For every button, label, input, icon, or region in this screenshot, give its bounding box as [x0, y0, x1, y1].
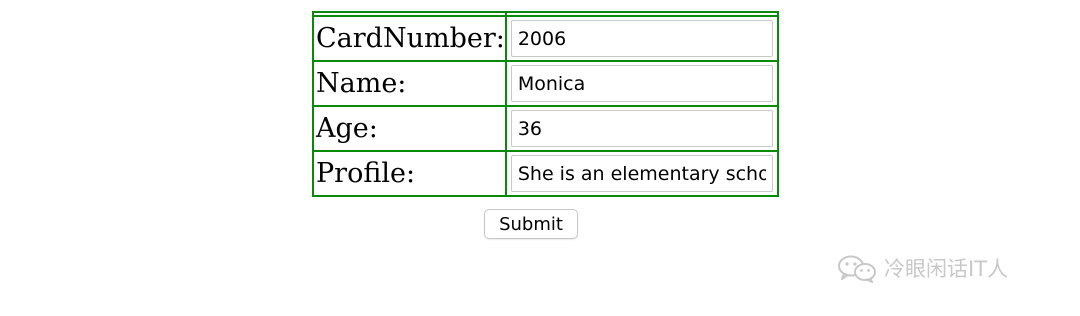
card-number-cell [504, 15, 779, 62]
form-row-age: Age: [312, 105, 779, 152]
profile-cell [504, 150, 779, 197]
name-label: Name: [312, 60, 507, 107]
age-cell [504, 105, 779, 152]
wechat-icon [836, 253, 878, 283]
profile-input[interactable] [510, 155, 773, 192]
submit-button[interactable]: Submit [484, 209, 578, 239]
form-row-profile: Profile: [312, 150, 779, 197]
age-input[interactable] [510, 110, 773, 147]
card-number-label: CardNumber: [312, 15, 507, 62]
form-row-card-number: CardNumber: [312, 15, 779, 62]
profile-label: Profile: [312, 150, 507, 197]
watermark: 冷眼闲话IT人 [836, 252, 1008, 284]
card-number-input[interactable] [510, 20, 773, 57]
watermark-text: 冷眼闲话IT人 [884, 257, 1009, 281]
name-input[interactable] [510, 65, 773, 102]
name-cell [504, 60, 779, 107]
age-label: Age: [312, 105, 507, 152]
form-row-name: Name: [312, 60, 779, 107]
form-table: CardNumber: Name: Age: Profile: [312, 11, 779, 197]
